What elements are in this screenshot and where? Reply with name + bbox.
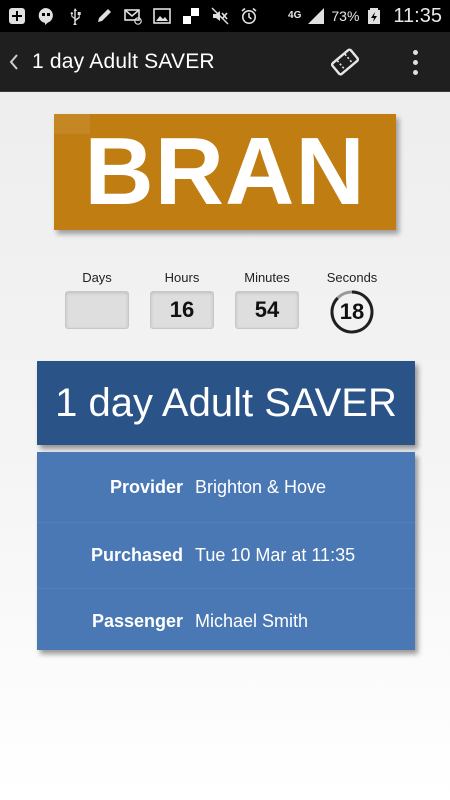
- minutes-label: Minutes: [244, 270, 290, 285]
- validity-countdown: Days Hours 16 Minutes 54 Seconds 18: [0, 268, 450, 338]
- email-icon: [124, 7, 142, 25]
- passenger-value: Michael Smith: [195, 611, 309, 631]
- hours-value: 16: [150, 291, 214, 329]
- back-icon[interactable]: [2, 32, 26, 92]
- passenger-label: Passenger: [91, 611, 183, 631]
- network-type-label: 4G: [288, 10, 302, 21]
- image-icon: [153, 7, 171, 25]
- purchased-label: Purchased: [90, 545, 183, 565]
- seconds-ring: 18: [329, 289, 375, 335]
- hours-label: Hours: [164, 270, 200, 285]
- ticket-name-banner: 1 day Adult SAVER: [37, 361, 415, 445]
- countdown-minutes: Minutes 54: [222, 268, 312, 329]
- operator-logo: BRAN: [54, 114, 396, 230]
- action-bar: 1 day Adult SAVER: [0, 32, 450, 92]
- battery-charging-icon: [365, 7, 383, 25]
- signal-icon: [307, 7, 325, 25]
- ticket-details-panel: Provider Brighton & Hove Purchased Tue 1…: [37, 452, 415, 650]
- overflow-menu-icon[interactable]: [404, 46, 426, 78]
- pen-icon: [95, 7, 113, 25]
- battery-percent: 73%: [331, 8, 360, 24]
- minutes-value: 54: [235, 291, 299, 329]
- seconds-value: 18: [339, 299, 365, 324]
- provider-label: Provider: [109, 476, 183, 497]
- purchased-value: Tue 10 Mar at 11:35: [195, 545, 356, 565]
- days-label: Days: [82, 270, 112, 285]
- detail-row-passenger: Passenger Michael Smith: [37, 588, 415, 654]
- mute-icon: [211, 7, 229, 25]
- usb-icon: [66, 7, 84, 25]
- checkerboard-icon: [182, 7, 200, 25]
- ticket-icon[interactable]: [328, 46, 362, 78]
- countdown-seconds: Seconds 18: [307, 268, 397, 335]
- countdown-days: Days: [52, 268, 142, 329]
- provider-value: Brighton & Hove: [195, 476, 327, 497]
- system-status: 4G 73% 11:35: [288, 5, 442, 28]
- hangouts-icon: [37, 7, 55, 25]
- status-clock: 11:35: [393, 4, 442, 27]
- notification-icons: [8, 7, 258, 25]
- seconds-label: Seconds: [326, 270, 378, 285]
- plus-icon: [8, 7, 26, 25]
- countdown-hours: Hours 16: [137, 268, 227, 329]
- page-title: 1 day Adult SAVER: [32, 49, 215, 73]
- detail-row-provider: Provider Brighton & Hove: [37, 454, 415, 520]
- detail-row-purchased: Purchased Tue 10 Mar at 11:35: [37, 522, 415, 588]
- status-bar: 4G 73% 11:35: [0, 0, 450, 32]
- alarm-icon: [240, 7, 258, 25]
- days-value: [65, 291, 129, 329]
